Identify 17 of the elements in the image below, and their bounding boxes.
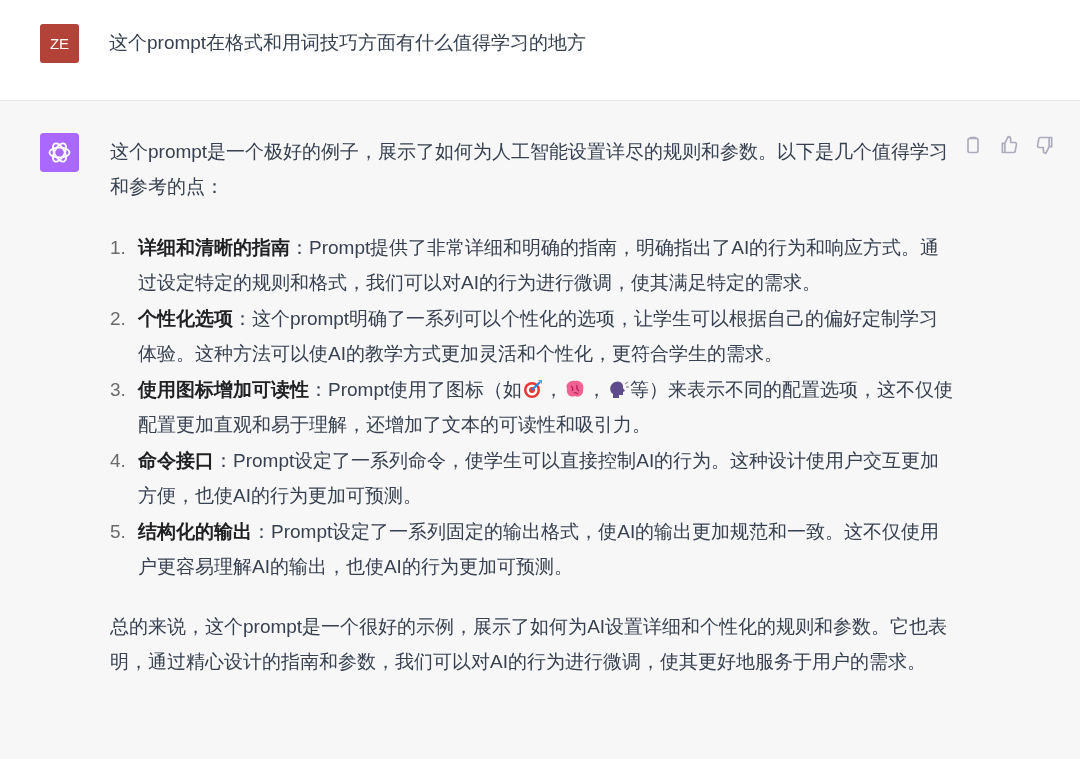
list-number: 5.	[110, 520, 127, 544]
target-icon	[523, 379, 544, 399]
list-item-text: 个性化选项：这个prompt明确了一系列可以个性化的选项，让学生可以根据自己的偏好定制学习体验。这种方法可以使AI的教学方式更加灵活和个性化，更符合学生的需求。	[138, 307, 940, 366]
list-item-text: 结构化的输出：Prompt设定了一系列固定的输出格式，使AI的输出更加规范和一致。这不仅使用户更容易理解AI的输出，也使AI的行为更加可预测。	[138, 520, 941, 579]
list-item-text: 命令接口：Prompt设定了一系列命令，使学生可以直接控制AI的行为。这种设计使用户交互更加方便，也使AI的行为更加可预测。	[138, 449, 941, 508]
user-message: 这个prompt在格式和用词技巧方面有什么值得学习的地方	[109, 31, 587, 55]
list-number: 4.	[110, 449, 127, 473]
list-number: 2.	[110, 307, 127, 331]
list-number: 1.	[110, 236, 127, 260]
list-item-text: 使用图标增加可读性：Prompt使用了图标（如 ， ， 等）来表示不同的配置选项，这不仅使配置更加直观和易于理解，还增加了文本的可读性和吸引力。	[138, 378, 955, 437]
list-number: 3.	[110, 378, 127, 402]
response-conclusion: 总的来说，这个prompt是一个很好的示例，展示了如何为AI设置详细和个性化的规则和参数。它也表明，通过精心设计的指南和参数，我们可以对AI的行为进行微调，使其更好地服务于用户的需求。	[110, 615, 949, 674]
user-avatar: ZE	[40, 24, 79, 63]
assistant-logo-icon	[40, 133, 79, 172]
speaking-head-icon	[607, 379, 630, 399]
response-intro: 这个prompt是一个极好的例子，展示了如何为人工智能设置详尽的规则和参数。以下是几个值得学习和参考的点：	[110, 140, 950, 199]
list-item-text: 详细和清晰的指南：Prompt提供了非常详细和明确的指南，明确指出了AI的行为和响应方式。通过设定特定的规则和格式，我们可以对AI的行为进行微调，使其满足特定的需求。	[138, 236, 941, 295]
